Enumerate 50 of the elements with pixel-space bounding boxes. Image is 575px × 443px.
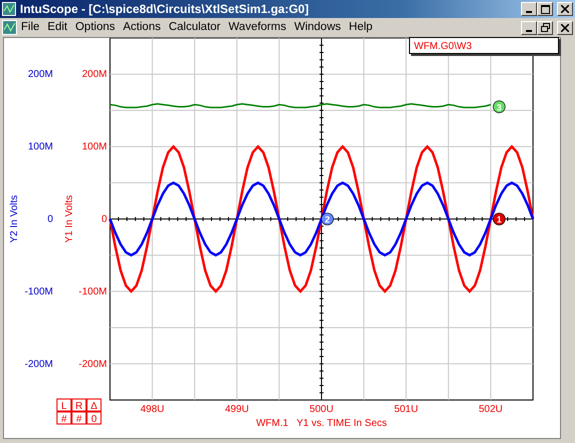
tick-label: -200M xyxy=(24,358,53,370)
tick-label: 200M xyxy=(28,69,53,80)
minimize-button[interactable] xyxy=(521,2,537,16)
tick-label: 499U xyxy=(224,404,249,415)
close-icon xyxy=(561,24,569,32)
tick-label: 100M xyxy=(82,142,107,153)
cursor-button[interactable]: 0 xyxy=(86,412,102,425)
menu-item[interactable]: Help xyxy=(344,18,377,36)
tick-label: 0 xyxy=(101,214,107,225)
tick-label: -100M xyxy=(24,286,53,298)
menu-item[interactable]: File xyxy=(17,18,44,36)
tick-label: 502U xyxy=(478,404,503,415)
tick-label: 500U xyxy=(310,404,334,415)
cursor-button[interactable]: Δ xyxy=(86,398,102,412)
tick-label: 0 xyxy=(47,214,53,225)
waveform-legend: WFM.G0\W3 xyxy=(409,37,559,54)
menu-item[interactable]: Edit xyxy=(44,18,72,36)
tick-label: 498U xyxy=(140,404,164,415)
close-button[interactable] xyxy=(557,2,573,16)
cursor-button[interactable]: # xyxy=(72,412,86,425)
close-button[interactable] xyxy=(557,20,573,34)
menu-item[interactable]: Waveforms xyxy=(224,18,290,36)
cursor-button[interactable]: R xyxy=(72,398,86,412)
axis-title: Y1 In Volts xyxy=(64,195,75,243)
waveform-marker[interactable]: 1 xyxy=(492,212,506,226)
tick-label: -200M xyxy=(78,358,107,370)
minimize-icon xyxy=(526,30,532,32)
menu-item[interactable]: Options xyxy=(71,18,119,36)
minimize-icon xyxy=(526,11,532,13)
cursor-button[interactable]: # xyxy=(56,412,72,425)
waveform-marker[interactable]: 2 xyxy=(321,212,334,226)
maximize-icon xyxy=(540,4,550,14)
chart-title: WFM.1 Y1 vs. TIME In Secs xyxy=(256,418,387,429)
minimize-button[interactable] xyxy=(521,20,537,34)
close-icon xyxy=(561,5,569,13)
tick-label: -100M xyxy=(78,286,107,298)
maximize-button[interactable] xyxy=(537,2,553,16)
restore-icon xyxy=(540,23,550,32)
tick-label: 501U xyxy=(394,404,418,415)
cursor-button[interactable]: L xyxy=(56,398,72,412)
window-title: IntuScope - [C:\spice8d\Circuits\XtlSetSim1.ga:G0] xyxy=(20,1,309,18)
document-icon xyxy=(2,20,17,35)
restore-button[interactable] xyxy=(537,20,553,34)
axis-title: Y2 In Volts xyxy=(9,195,20,243)
tick-label: 100M xyxy=(28,142,53,153)
menu-item[interactable]: Actions xyxy=(119,18,165,36)
tick-label: 200M xyxy=(82,69,107,80)
menu-item[interactable]: Windows xyxy=(290,18,345,36)
app-icon xyxy=(2,2,16,16)
menu-item[interactable]: Calculator xyxy=(164,18,224,36)
